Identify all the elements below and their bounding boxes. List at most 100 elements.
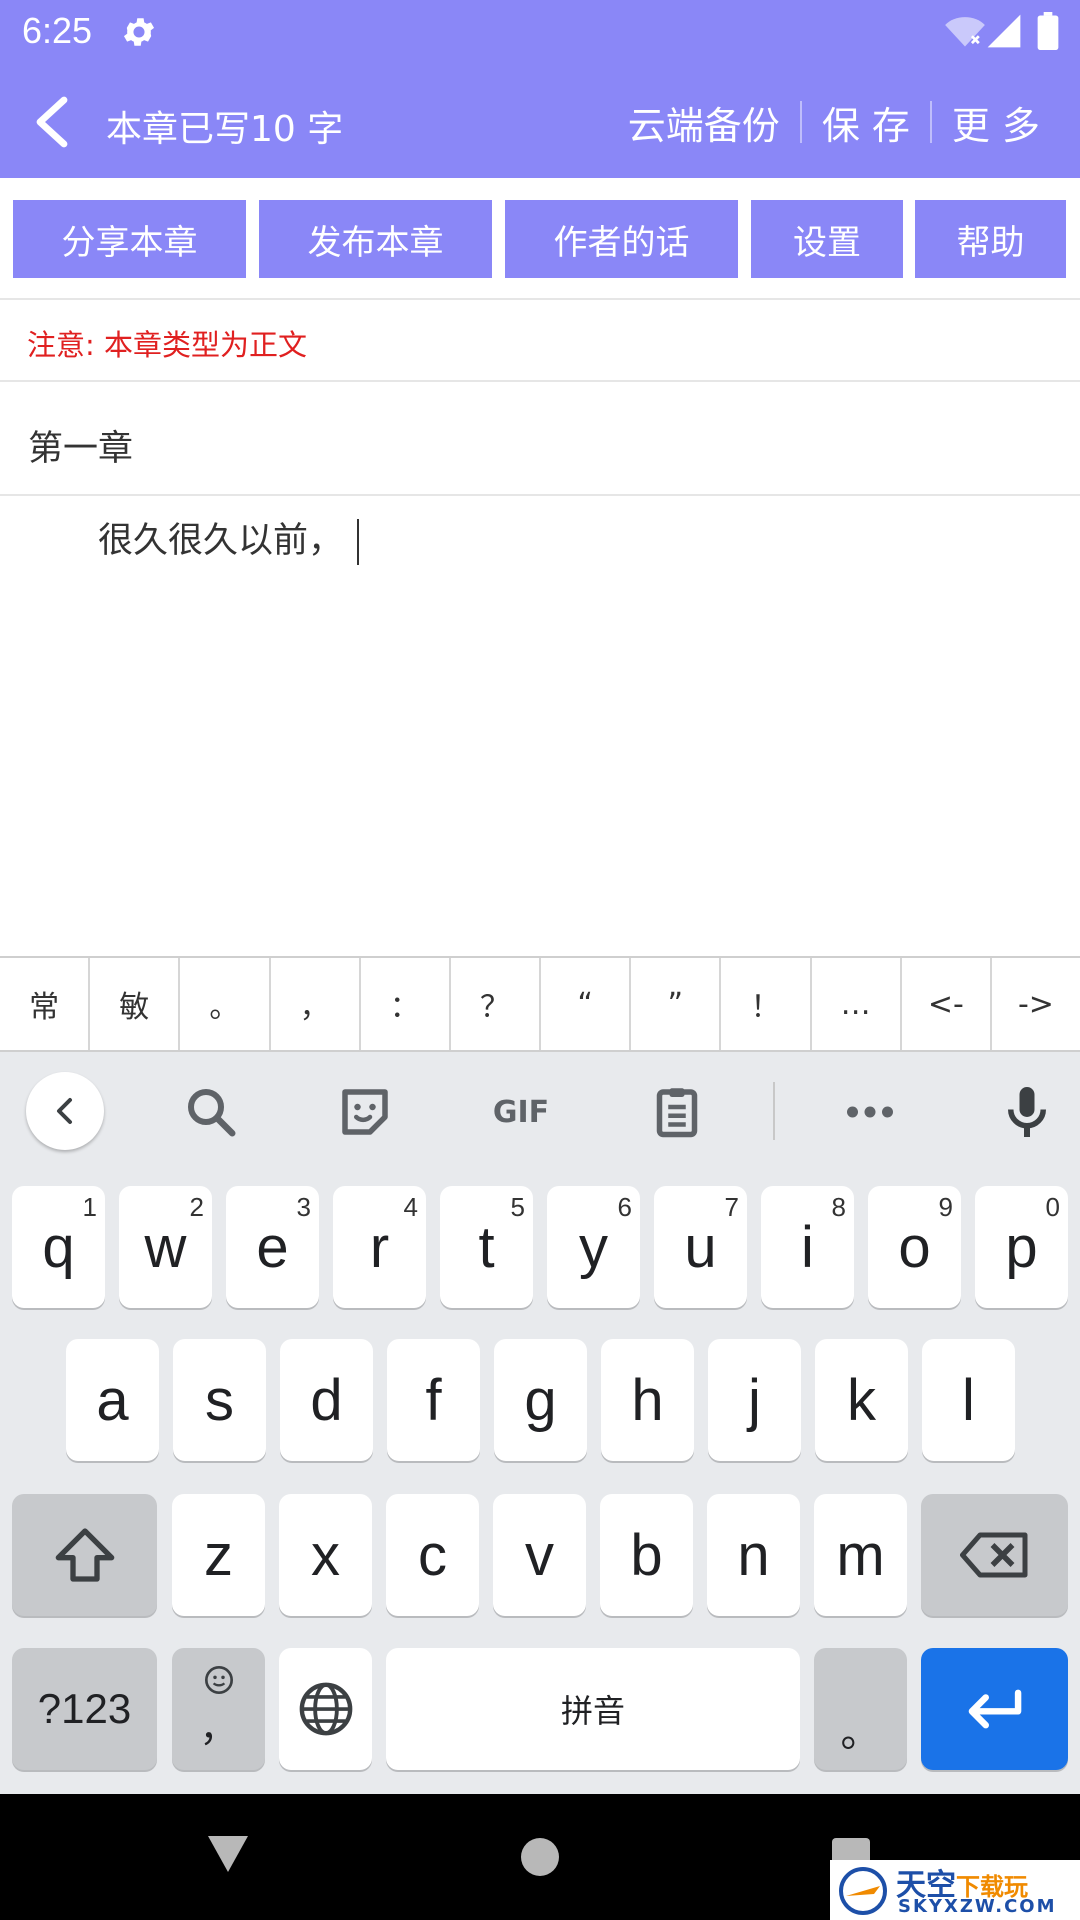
key-letter-label: p	[1005, 1214, 1038, 1280]
symbols-key-label: ?123	[37, 1685, 132, 1732]
key-letter[interactable]: l	[922, 1339, 1015, 1461]
space-key[interactable]: 拼音	[386, 1648, 800, 1770]
save-button[interactable]: 保 存	[802, 95, 930, 150]
shift-icon	[55, 1528, 114, 1582]
key-letter-label: i	[801, 1214, 814, 1280]
back-arrow-icon[interactable]	[30, 96, 74, 148]
shift-key[interactable]	[12, 1494, 157, 1616]
punctuation-key[interactable]: ！	[721, 958, 812, 1050]
signal-icon	[987, 14, 1021, 48]
key-letter[interactable]: g	[494, 1339, 587, 1461]
key-letter-label: o	[898, 1214, 931, 1280]
key-letter[interactable]: n	[707, 1494, 800, 1616]
key-letter-label: s	[205, 1367, 234, 1433]
key-letter[interactable]: w2	[119, 1186, 212, 1308]
key-number-hint: 2	[189, 1192, 204, 1222]
key-letter[interactable]: k	[815, 1339, 908, 1461]
clipboard-icon[interactable]	[647, 1082, 707, 1142]
language-key[interactable]	[279, 1648, 372, 1770]
key-letter-label: j	[748, 1367, 761, 1433]
notice-text: 注意: 本章类型为正文	[27, 328, 307, 362]
punctuation-key[interactable]: 敏	[90, 958, 181, 1050]
key-letter[interactable]: i8	[761, 1186, 854, 1308]
key-letter-label: l	[962, 1367, 975, 1433]
cloud-backup-button[interactable]: 云端备份	[608, 95, 800, 150]
key-letter-label: v	[525, 1522, 554, 1588]
enter-key[interactable]	[921, 1648, 1068, 1770]
sticker-icon[interactable]	[335, 1082, 395, 1142]
key-letter[interactable]: o9	[868, 1186, 961, 1308]
punctuation-key[interactable]: ->	[992, 958, 1080, 1050]
help-button[interactable]: 帮助	[915, 200, 1066, 278]
punctuation-key[interactable]: …	[812, 958, 902, 1050]
punctuation-key[interactable]: ：	[361, 958, 451, 1050]
key-number-hint: 3	[296, 1192, 311, 1222]
symbols-key[interactable]: ?123	[12, 1648, 157, 1770]
key-number-hint: 1	[82, 1192, 97, 1222]
punctuation-key[interactable]: <-	[902, 958, 992, 1050]
publish-chapter-button[interactable]: 发布本章	[259, 200, 492, 278]
nav-home-icon[interactable]	[521, 1838, 559, 1876]
key-letter-label: a	[96, 1367, 129, 1433]
key-letter[interactable]: m	[814, 1494, 907, 1616]
key-letter[interactable]: u7	[654, 1186, 747, 1308]
keyboard-collapse-button[interactable]	[26, 1072, 104, 1150]
key-letter[interactable]: t5	[440, 1186, 533, 1308]
key-letter[interactable]: d	[280, 1339, 373, 1461]
emoji-comma-key[interactable]: ，	[172, 1648, 265, 1770]
key-number-hint: 8	[831, 1192, 846, 1222]
more-dots-icon[interactable]	[840, 1082, 900, 1142]
wifi-icon	[945, 17, 985, 47]
key-letter[interactable]: q1	[12, 1186, 105, 1308]
more-button[interactable]: 更 多	[932, 95, 1060, 150]
key-letter[interactable]: j	[708, 1339, 801, 1461]
key-letter[interactable]: c	[386, 1494, 479, 1616]
key-letter[interactable]: a	[66, 1339, 159, 1461]
key-letter[interactable]: x	[279, 1494, 372, 1616]
key-letter[interactable]: h	[601, 1339, 694, 1461]
author-note-button[interactable]: 作者的话	[505, 200, 738, 278]
key-letter[interactable]: v	[493, 1494, 586, 1616]
punctuation-key[interactable]: ？	[451, 958, 542, 1050]
key-number-hint: 6	[617, 1192, 632, 1222]
punctuation-key[interactable]: 。	[180, 958, 271, 1050]
key-letter[interactable]: r4	[333, 1186, 426, 1308]
chapter-title-field[interactable]: 第一章	[0, 382, 1080, 496]
key-letter-label: z	[204, 1522, 233, 1588]
period-key[interactable]: 。	[814, 1648, 907, 1770]
key-letter-label: y	[579, 1214, 608, 1280]
microphone-icon[interactable]	[997, 1082, 1057, 1142]
nav-back-icon[interactable]	[206, 1834, 250, 1874]
key-letter[interactable]: f	[387, 1339, 480, 1461]
chapter-body-editor[interactable]: 很久很久以前，	[0, 496, 1080, 956]
key-number-hint: 4	[403, 1192, 418, 1222]
gear-icon	[123, 18, 155, 46]
toolbar-divider	[773, 1082, 775, 1140]
backspace-icon	[959, 1532, 1027, 1578]
period-key-label: 。	[840, 1711, 881, 1755]
header-actions: 云端备份 保 存 更 多	[608, 96, 1060, 148]
key-letter-label: e	[256, 1214, 289, 1280]
key-letter-label: u	[684, 1214, 717, 1280]
key-letter[interactable]: z	[172, 1494, 265, 1616]
key-letter[interactable]: b	[600, 1494, 693, 1616]
backspace-key[interactable]	[921, 1494, 1068, 1616]
search-icon[interactable]	[181, 1082, 241, 1142]
punctuation-key[interactable]: ”	[631, 958, 722, 1050]
share-chapter-button[interactable]: 分享本章	[13, 200, 246, 278]
enter-arrow-icon	[968, 1689, 1021, 1729]
key-letter[interactable]: s	[173, 1339, 266, 1461]
airplane-logo-icon	[839, 1867, 887, 1915]
punctuation-key[interactable]: 常	[0, 958, 91, 1050]
gif-button[interactable]: GIF	[486, 1082, 556, 1142]
key-letter-label: g	[524, 1367, 557, 1433]
key-letter[interactable]: p0	[975, 1186, 1068, 1308]
key-letter[interactable]: e3	[226, 1186, 319, 1308]
settings-button[interactable]: 设置	[751, 200, 903, 278]
emoji-comma-key-label: ，	[199, 1708, 238, 1750]
chapter-toolbar: 分享本章 发布本章 作者的话 设置 帮助	[0, 178, 1080, 300]
punctuation-key[interactable]: “	[541, 958, 632, 1050]
key-letter[interactable]: y6	[547, 1186, 640, 1308]
punctuation-key[interactable]: ，	[271, 958, 361, 1050]
key-letter-label: q	[42, 1214, 75, 1280]
